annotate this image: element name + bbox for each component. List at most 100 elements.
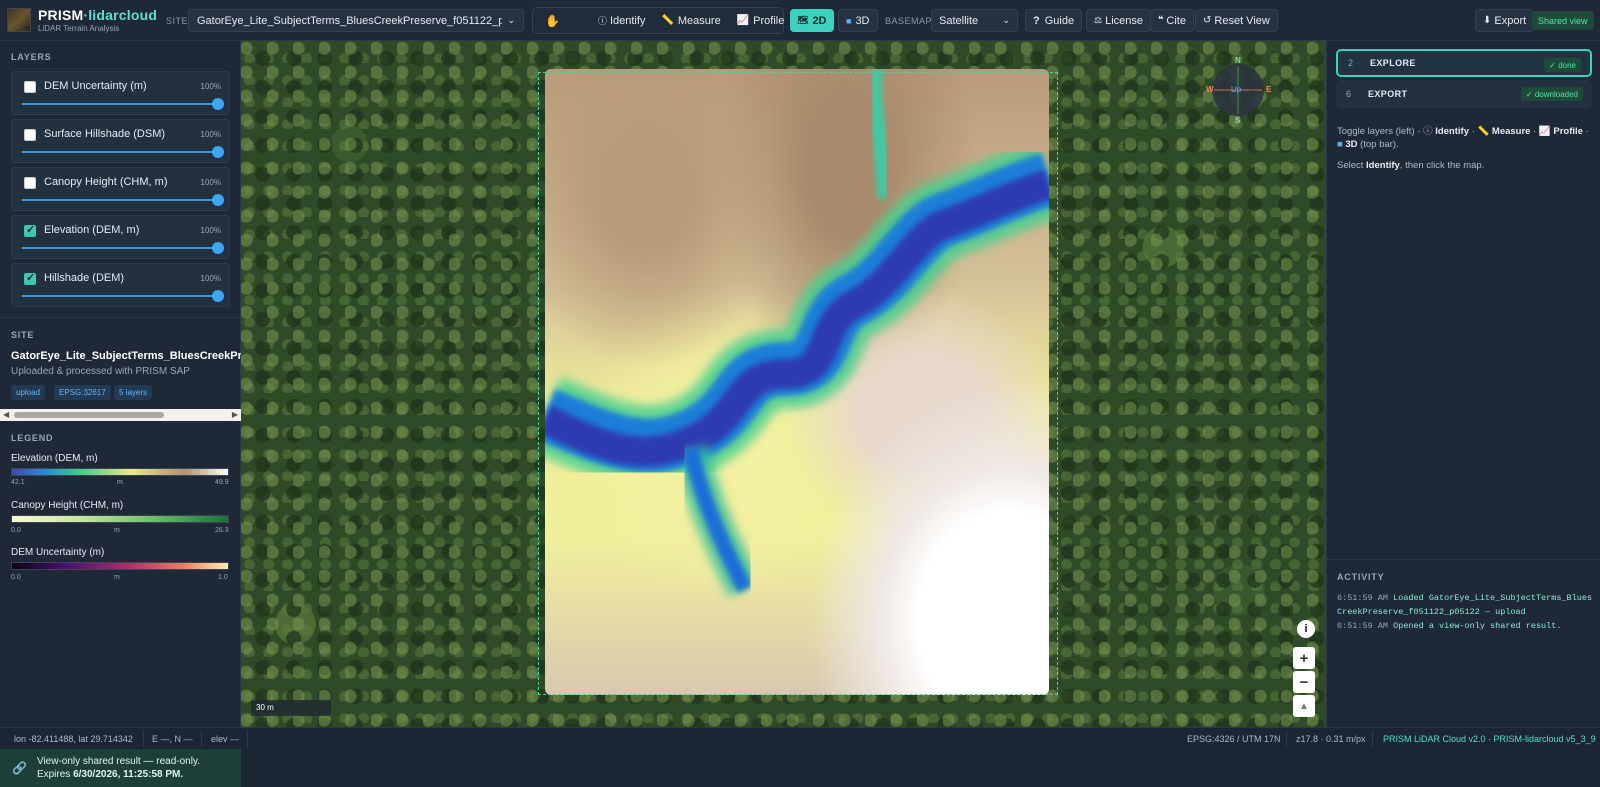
license-label: License (1105, 14, 1143, 27)
legend-unit: m (117, 479, 123, 486)
step-status-badge: ✓ downloaded (1520, 87, 1583, 101)
top-bar: PRISM·lidarcloud LiDAR Terrain Analysis … (0, 0, 1600, 41)
measure-button[interactable]: 📏 Measure (653, 9, 728, 32)
measure-label: Measure (677, 14, 721, 27)
ruler-icon: 📏 (661, 15, 674, 26)
info-circle-icon: ⓘ (597, 16, 607, 26)
horizontal-scrollbar[interactable]: ◀ ▶ (0, 409, 241, 421)
tool-group: ✋ ⓘ Identify 📏 Measure 📈 Profile (532, 7, 784, 34)
layer-checkbox[interactable] (24, 271, 36, 285)
license-button[interactable]: ⚖ License (1086, 9, 1151, 32)
scroll-right-icon[interactable]: ▶ (232, 410, 238, 419)
guide-button[interactable]: ? Guide (1025, 9, 1083, 32)
status-bar: lon -82.411488, lat 29.714342 E —, N — e… (0, 727, 1600, 749)
layer-card: Elevation (DEM, m) 100% (11, 215, 230, 259)
legend-max: 49.9 (215, 479, 229, 486)
chevron-down-icon: ⌄ (1002, 15, 1010, 25)
cite-button[interactable]: ❝ Cite (1150, 9, 1194, 32)
basemap-value: Satellite (939, 14, 979, 27)
expiry-label: Expires (36, 769, 74, 780)
opacity-slider-thumb[interactable] (212, 146, 224, 158)
divider (1372, 731, 1373, 747)
opacity-slider-track[interactable] (22, 247, 218, 249)
step-label: EXPLORE (1370, 58, 1416, 68)
status-easting-northing: E —, N — (152, 734, 193, 744)
identify-label: Identify (609, 14, 646, 27)
reset-view-button[interactable]: ↺ Reset View (1195, 9, 1278, 32)
opacity-slider-thumb[interactable] (212, 290, 224, 302)
opacity-slider-track[interactable] (22, 199, 218, 201)
compass-e: E (1266, 85, 1272, 94)
site-title: SITE (11, 330, 35, 340)
activity-entry: 6:51:59 AM Loaded GatorEye_Lite_SubjectT… (1337, 591, 1597, 619)
right-panel: 2 EXPLORE ✓ done 6 EXPORT ✓ downloaded T… (1326, 41, 1600, 727)
help-3d: 3D (1345, 139, 1358, 150)
north-arrow-icon: ▲ (1299, 700, 1309, 712)
legend-uncertainty-title: DEM Uncertainty (m) (11, 547, 105, 558)
activity-entry: 6:51:59 AM Opened a view-only shared res… (1337, 619, 1597, 633)
help-text-part: · (1530, 126, 1539, 137)
license-icon: ⚖ (1094, 15, 1103, 25)
canopy-colorbar (11, 515, 229, 523)
site-select[interactable]: GatorEye_Lite_SubjectTerms_BluesCreekPre… (188, 9, 524, 32)
layers-title: LAYERS (11, 52, 52, 62)
step-export[interactable]: 6 EXPORT ✓ downloaded (1336, 80, 1592, 108)
scale-bar: 30 m (251, 700, 331, 716)
divider (1327, 559, 1600, 560)
quote-icon: ❝ (1158, 15, 1164, 26)
opacity-slider-track[interactable] (22, 103, 218, 105)
opacity-slider-thumb[interactable] (212, 242, 224, 254)
layer-checkbox[interactable] (24, 177, 36, 189)
layer-opacity-value: 100% (200, 226, 221, 235)
basemap-label: BASEMAP (885, 16, 933, 26)
uncertainty-colorbar (11, 562, 229, 570)
site-description: Uploaded & processed with PRISM SAP (11, 366, 190, 377)
mode-3d-label: 3D (855, 14, 870, 27)
layer-opacity-value: 100% (200, 274, 221, 283)
zoom-out-button[interactable]: − (1293, 671, 1315, 693)
profile-button[interactable]: 📈 Profile (729, 9, 793, 32)
compass-widget[interactable]: N S W E Up (1206, 56, 1272, 126)
legend-max: 26.3 (215, 527, 229, 534)
divider (1286, 731, 1287, 747)
legend-min: 42.1 (11, 479, 25, 486)
scroll-left-icon[interactable]: ◀ (3, 410, 9, 419)
layer-checkbox[interactable] (24, 81, 36, 93)
map-icon: 🗺 (797, 15, 809, 25)
status-zoom: z17.8 · 0.31 m/px (1296, 734, 1366, 744)
legend-title: LEGEND (11, 433, 54, 443)
help-text-part: · (1582, 126, 1589, 137)
compass-s: S (1235, 116, 1241, 125)
layer-checkbox[interactable] (24, 129, 36, 141)
reset-icon: ↺ (1203, 15, 1212, 26)
layer-name: DEM Uncertainty (m) (44, 80, 147, 92)
mode-2d-button[interactable]: 🗺 2D (790, 9, 834, 32)
layer-card: Hillshade (DEM) 100% (11, 263, 230, 307)
step-explore[interactable]: 2 EXPLORE ✓ done (1336, 49, 1592, 77)
north-reset-button[interactable]: ▲ (1293, 695, 1315, 717)
reset-view-label: Reset View (1214, 14, 1270, 27)
pan-tool-button[interactable]: ✋ (537, 9, 568, 32)
mode-3d-button[interactable]: ■ 3D (838, 9, 878, 32)
help-text-part: , then click the map. (1399, 160, 1485, 171)
opacity-slider-thumb[interactable] (212, 194, 224, 206)
identify-button[interactable]: ⓘ Identify (590, 9, 653, 32)
layer-name: Hillshade (DEM) (44, 272, 125, 284)
opacity-slider-track[interactable] (22, 295, 218, 297)
legend-min: 0.0 (11, 527, 21, 534)
zoom-in-button[interactable]: + (1293, 647, 1315, 669)
scrollbar-thumb[interactable] (14, 412, 164, 418)
help-text-identify: Select Identify, then click the map. (1337, 159, 1592, 172)
info-icon[interactable]: i (1297, 620, 1315, 638)
export-label: Export (1494, 14, 1527, 27)
opacity-slider-track[interactable] (22, 151, 218, 153)
site-boundary (538, 72, 1058, 695)
cite-label: Cite (1166, 14, 1186, 27)
export-button[interactable]: ⬇ Export (1475, 9, 1535, 32)
site-label: SITE (166, 16, 189, 26)
opacity-slider-thumb[interactable] (212, 98, 224, 110)
legend-min: 0.0 (11, 574, 21, 581)
site-name: GatorEye_Lite_SubjectTerms_BluesCreekPre… (11, 350, 241, 362)
basemap-select[interactable]: Satellite ⌄ (931, 9, 1018, 32)
layer-checkbox[interactable] (24, 223, 36, 237)
